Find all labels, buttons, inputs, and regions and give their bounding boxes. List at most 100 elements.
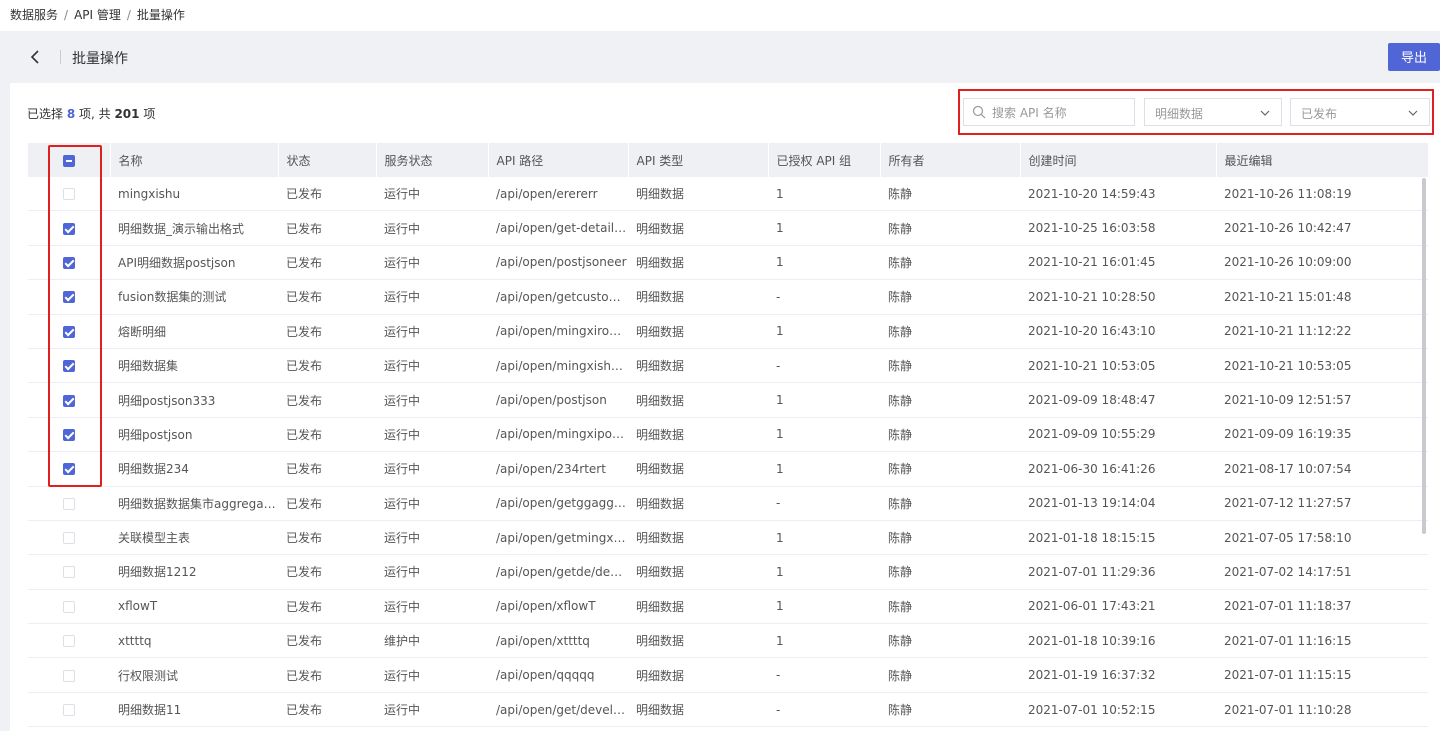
row-name[interactable]: 明细数据_演示输出格式: [110, 210, 278, 246]
row-checkbox[interactable]: [63, 669, 75, 682]
table-row[interactable]: 关联模型主表 已发布 运行中/api/open/getmingxid... 明细数据 1…: [28, 520, 1428, 556]
row-owner: 陈静: [880, 692, 1020, 728]
breadcrumb-item-api-management[interactable]: API 管理: [74, 8, 121, 22]
row-owner: 陈静: [880, 210, 1020, 246]
table-row[interactable]: 熔断明细 已发布 运行中/api/open/mingxirong... 明细数据 1 陈静…: [28, 314, 1428, 349]
row-owner: 陈静: [880, 451, 1020, 487]
row-service-status: 运行中: [376, 451, 488, 487]
table-row[interactable]: 明细postjson333 已发布 运行中/api/open/postjson 明细数…: [28, 382, 1428, 418]
column-header-created-time[interactable]: 创建时间: [1020, 143, 1217, 177]
row-last-edited: 2021-07-12 11:27:57: [1216, 486, 1428, 521]
table-row[interactable]: 明细数据_演示输出格式 已发布 运行中/api/open/get-detail-a.…: [28, 210, 1428, 246]
row-checkbox[interactable]: [63, 463, 75, 476]
row-authorized-groups: 1: [768, 417, 880, 453]
export-button[interactable]: 导出: [1388, 43, 1440, 71]
row-checkbox[interactable]: [63, 497, 75, 510]
table-row[interactable]: 明细数据数据集市aggregat... 已发布 运行中/api/open/getgg…: [28, 486, 1428, 521]
row-api-type: 明细数据: [628, 554, 768, 590]
row-checkbox[interactable]: [63, 428, 75, 441]
column-header-api-path[interactable]: API 路径: [488, 143, 629, 177]
back-button[interactable]: [26, 47, 46, 67]
row-checkbox[interactable]: [63, 222, 75, 235]
column-header-name[interactable]: 名称: [110, 143, 279, 177]
row-checkbox[interactable]: [63, 635, 75, 648]
row-name[interactable]: 明细postjson: [110, 417, 278, 453]
row-name[interactable]: 明细数据11: [110, 692, 278, 728]
table-row[interactable]: 明细数据1212 已发布 运行中/api/open/getde/deve... 明细数…: [28, 554, 1428, 590]
row-checkbox[interactable]: [63, 532, 75, 545]
table-row[interactable]: fusion数据集的测试 已发布 运行中/api/open/getcustome..…: [28, 279, 1428, 315]
row-checkbox[interactable]: [63, 188, 75, 201]
table-row[interactable]: 明细数据234 已发布 运行中/api/open/234rtert 明细数据 1 陈静 20…: [28, 451, 1428, 487]
table-row[interactable]: 明细数据11 已发布 运行中/api/open/get/develo... 明细数据 -…: [28, 692, 1428, 728]
row-name[interactable]: 明细数据234: [110, 451, 278, 487]
row-api-path: /api/open/mingxipostj...: [488, 417, 628, 453]
table-scrollbar[interactable]: [1422, 178, 1426, 534]
row-api-path: /api/open/getmingxid...: [488, 520, 628, 556]
row-name[interactable]: 熔断明细: [110, 314, 278, 349]
column-header-authorized-groups[interactable]: 已授权 API 组: [768, 143, 881, 177]
breadcrumb-item-data-service[interactable]: 数据服务: [10, 8, 58, 22]
row-service-status: 运行中: [376, 279, 488, 315]
row-checkbox[interactable]: [63, 394, 75, 407]
row-created-time: 2021-07-01 10:52:15: [1020, 692, 1216, 728]
row-last-edited: 2021-10-26 11:08:19: [1216, 177, 1428, 212]
title-bar: 批量操作 导出: [10, 31, 1440, 83]
column-header-last-edited[interactable]: 最近编辑: [1216, 143, 1429, 177]
row-name[interactable]: 明细数据1212: [110, 554, 278, 590]
row-status: 已发布: [278, 554, 376, 590]
row-name[interactable]: mingxishu: [110, 177, 278, 212]
row-name[interactable]: fusion数据集的测试: [110, 279, 278, 315]
row-api-type: 明细数据: [628, 210, 768, 246]
row-checkbox[interactable]: [63, 360, 75, 373]
table-header-row: 名称 状态 服务状态 API 路径 API 类型 已授权 API 组 所有者 创…: [28, 143, 1429, 177]
select-all-checkbox[interactable]: [62, 154, 75, 167]
column-header-api-type[interactable]: API 类型: [628, 143, 769, 177]
row-checkbox[interactable]: [63, 256, 75, 269]
row-name[interactable]: 明细postjson333: [110, 382, 278, 418]
selection-prefix: 已选择: [27, 107, 67, 121]
row-api-type: 明细数据: [628, 177, 768, 212]
column-header-service-status[interactable]: 服务状态: [376, 143, 489, 177]
column-header-status[interactable]: 状态: [278, 143, 377, 177]
row-checkbox[interactable]: [63, 704, 75, 717]
row-checkbox[interactable]: [63, 291, 75, 304]
row-name[interactable]: 明细数据集: [110, 348, 278, 384]
row-owner: 陈静: [880, 177, 1020, 212]
row-name[interactable]: xttttq: [110, 623, 278, 659]
row-created-time: 2021-10-25 16:03:58: [1020, 210, 1216, 246]
selection-summary: 已选择 8 项, 共 201 项: [27, 105, 155, 122]
row-api-path: /api/open/getde/deve...: [488, 554, 628, 590]
table-row[interactable]: 明细数据集 已发布 运行中/api/open/mingxishuj... 明细数据 - 陈…: [28, 348, 1428, 384]
api-table: 名称 状态 服务状态 API 路径 API 类型 已授权 API 组 所有者 创…: [28, 143, 1429, 728]
filter-highlight-box: [958, 89, 1434, 135]
table-row[interactable]: 明细postjson 已发布 运行中/api/open/mingxipostj...…: [28, 417, 1428, 453]
table-row[interactable]: xttttq 已发布 维护中/api/open/xttttq 明细数据 1 陈静 2021-…: [28, 623, 1428, 659]
row-api-path: /api/open/xflowT: [488, 589, 628, 625]
row-name[interactable]: xflowT: [110, 589, 278, 625]
row-checkbox[interactable]: [63, 600, 75, 613]
row-authorized-groups: -: [768, 279, 880, 315]
row-authorized-groups: 1: [768, 210, 880, 246]
row-checkbox[interactable]: [63, 325, 75, 338]
column-header-owner[interactable]: 所有者: [880, 143, 1021, 177]
row-owner: 陈静: [880, 314, 1020, 349]
row-status: 已发布: [278, 451, 376, 487]
row-created-time: 2021-07-01 11:29:36: [1020, 554, 1216, 590]
row-name[interactable]: 行权限测试: [110, 657, 278, 693]
row-select-cell: [28, 451, 110, 487]
table-row[interactable]: mingxishu 已发布 运行中/api/open/erererr 明细数据 1 陈静 2…: [28, 177, 1428, 212]
breadcrumb-separator: /: [126, 8, 131, 22]
row-checkbox[interactable]: [63, 566, 75, 579]
row-status: 已发布: [278, 657, 376, 693]
row-owner: 陈静: [880, 657, 1020, 693]
table-row[interactable]: xflowT 已发布 运行中/api/open/xflowT 明细数据 1 陈静 2021-…: [28, 589, 1428, 625]
row-select-cell: [28, 210, 110, 246]
row-name[interactable]: API明细数据postjson: [110, 245, 278, 281]
row-name[interactable]: 明细数据数据集市aggregat...: [110, 486, 278, 521]
table-row[interactable]: API明细数据postjson 已发布 运行中/api/open/postjsone…: [28, 245, 1428, 281]
table-row[interactable]: 行权限测试 已发布 运行中/api/open/qqqqq 明细数据 - 陈静 2021-01…: [28, 657, 1428, 693]
row-name[interactable]: 关联模型主表: [110, 520, 278, 556]
row-authorized-groups: -: [768, 348, 880, 384]
row-last-edited: 2021-10-21 15:01:48: [1216, 279, 1428, 315]
